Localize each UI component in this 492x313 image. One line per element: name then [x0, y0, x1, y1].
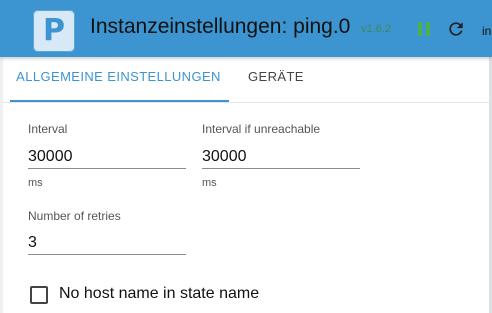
header-truncated-text: in: [482, 24, 492, 38]
tab-devices[interactable]: GERÄTE: [248, 57, 304, 102]
tab-general-settings[interactable]: ALLGEMEINE EINSTELLUNGEN: [9, 57, 228, 102]
interval-unit: ms: [28, 177, 43, 189]
interval-unreachable-label: Interval if unreachable: [202, 122, 321, 136]
no-host-name-label: No host name in state name: [59, 285, 260, 302]
retries-label: Number of retries: [28, 209, 121, 223]
pause-icon[interactable]: [418, 22, 430, 36]
reload-icon[interactable]: [446, 19, 466, 39]
interval-input[interactable]: [28, 146, 186, 169]
version-label: v1.6.2: [361, 23, 391, 35]
interval-label: Interval: [28, 122, 68, 136]
header-bar: P Instanzeinstellungen: ping.0 v1.6.2 in: [0, 0, 492, 57]
page-title: Instanzeinstellungen: ping.0: [90, 15, 351, 38]
tabs-divider: [3, 102, 489, 103]
instance-settings-window: P Instanzeinstellungen: ping.0 v1.6.2 in…: [0, 0, 492, 313]
interval-unreachable-input[interactable]: [202, 146, 360, 169]
adapter-logo-letter: P: [43, 13, 65, 48]
interval-unreachable-unit: ms: [202, 177, 217, 189]
no-host-name-checkbox[interactable]: [30, 286, 48, 304]
retries-input[interactable]: [28, 232, 186, 255]
settings-tabs: ALLGEMEINE EINSTELLUNGEN GERÄTE: [3, 57, 489, 102]
